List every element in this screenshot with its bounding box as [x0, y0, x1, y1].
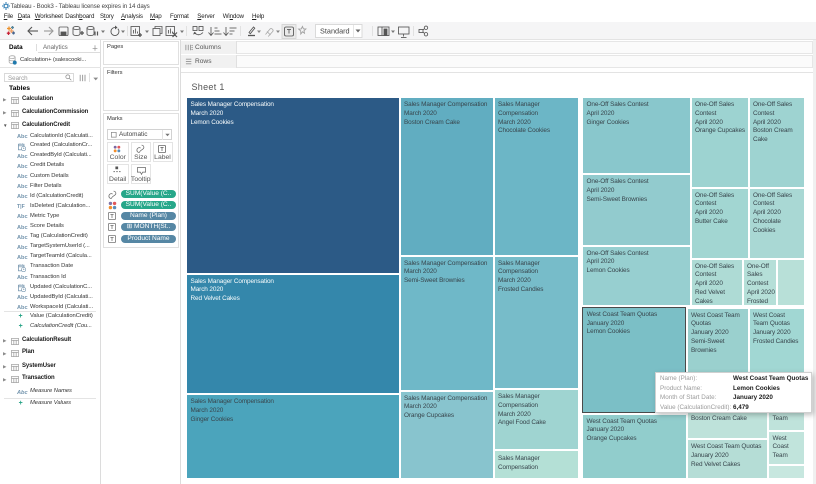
svg-text:Standard: Standard [320, 27, 350, 36]
